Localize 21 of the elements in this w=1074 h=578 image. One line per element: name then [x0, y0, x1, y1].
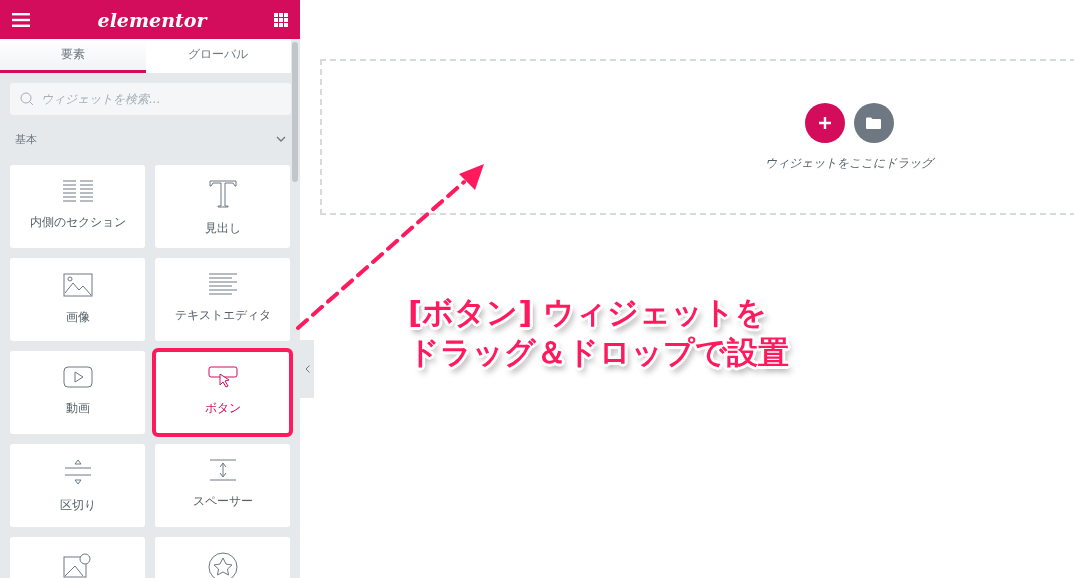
drop-hint: ウィジェットをここにドラッグ [765, 154, 933, 172]
widget-card[interactable]: 動画 [10, 351, 145, 434]
widget-label: 見出し [204, 220, 241, 237]
widget-card[interactable]: 内側のセクション [10, 165, 145, 248]
search-field[interactable]: ウィジェットを検索... [10, 83, 291, 115]
widget-card[interactable]: 区切り [10, 444, 145, 527]
widget-label: 画像 [65, 309, 90, 326]
widget-card[interactable]: テキストエディタ [155, 258, 290, 341]
widget-label: 内側のセクション [29, 214, 126, 231]
widget-label: スペーサー [192, 493, 253, 510]
widget-label: 動画 [65, 400, 90, 417]
widget-card[interactable]: 見出し [155, 165, 290, 248]
widget-card[interactable]: 画像 [10, 258, 145, 341]
logo: elementor [97, 8, 207, 31]
widget-label: テキストエディタ [174, 307, 271, 324]
widget-label: ボタン [204, 400, 241, 417]
widget-card[interactable]: ボタン [155, 351, 290, 434]
annotation-text: [ボタン] ウィジェットを ドラッグ＆ドロップで設置 [408, 293, 789, 372]
widget-card[interactable]: スペーサー [155, 444, 290, 527]
widget-label: 区切り [59, 497, 96, 514]
category-title: 基本 [15, 131, 37, 147]
